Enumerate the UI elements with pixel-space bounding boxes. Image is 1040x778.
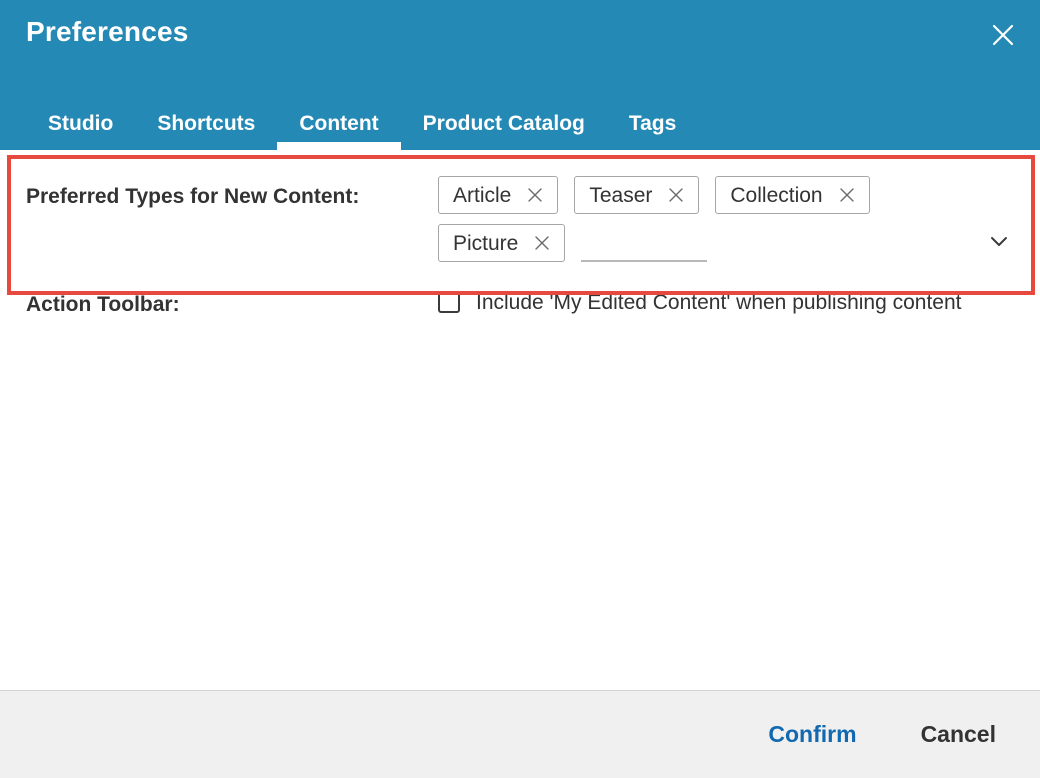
tab-label: Studio: [48, 112, 114, 135]
preferred-types-label: Preferred Types for New Content:: [26, 185, 360, 208]
chip-article: Article: [438, 176, 559, 214]
close-icon[interactable]: [525, 185, 545, 205]
confirm-button[interactable]: Confirm: [754, 713, 870, 756]
close-icon[interactable]: [532, 233, 552, 253]
tab-label: Shortcuts: [157, 112, 256, 135]
include-my-edited-content-option: Include 'My Edited Content' when publish…: [438, 288, 1014, 318]
preferences-dialog: Preferences Studio Shortcuts Content Pro…: [0, 0, 1040, 778]
preferred-types-control: Article Teaser Collection Picture: [438, 176, 1014, 262]
tabstrip: Studio Shortcuts Content Product Catalog…: [26, 88, 698, 150]
action-toolbar-control: Include 'My Edited Content' when publish…: [438, 288, 1014, 318]
chevron-down-icon[interactable]: [984, 226, 1014, 256]
tab-label: Product Catalog: [422, 112, 585, 135]
preferred-types-multiselect[interactable]: Article Teaser Collection Picture: [438, 176, 1014, 262]
close-icon: [990, 22, 1016, 48]
chip-label: Picture: [453, 231, 519, 255]
tab-content[interactable]: Content: [277, 112, 401, 150]
include-my-edited-content-checkbox[interactable]: [438, 291, 460, 313]
tab-product-catalog[interactable]: Product Catalog: [401, 113, 607, 150]
chip-collection: Collection: [715, 176, 870, 214]
close-icon[interactable]: [666, 185, 686, 205]
close-icon[interactable]: [837, 185, 857, 205]
chip-label: Article: [453, 183, 512, 207]
tab-label: Tags: [628, 112, 677, 135]
close-button[interactable]: [986, 18, 1020, 52]
include-my-edited-content-label: Include 'My Edited Content' when publish…: [476, 291, 962, 314]
page-title: Preferences: [26, 16, 189, 47]
dialog-footer: Confirm Cancel: [0, 690, 1040, 778]
tab-studio[interactable]: Studio: [26, 113, 135, 150]
cancel-button[interactable]: Cancel: [907, 713, 1010, 756]
preferred-types-input[interactable]: [581, 224, 708, 262]
tab-shortcuts[interactable]: Shortcuts: [135, 113, 277, 150]
chip-area: Article Teaser Collection Picture: [438, 176, 968, 262]
tab-label: Content: [299, 112, 379, 135]
chip-label: Collection: [730, 183, 823, 207]
chip-teaser: Teaser: [574, 176, 700, 214]
tab-tags[interactable]: Tags: [607, 113, 698, 150]
action-toolbar-label: Action Toolbar:: [26, 293, 180, 316]
action-toolbar-row: Action Toolbar: Include 'My Edited Conte…: [0, 276, 1040, 318]
chip-label: Teaser: [589, 183, 653, 207]
dialog-body: Preferred Types for New Content: Article: [0, 150, 1040, 690]
tab-active-indicator: [277, 142, 401, 150]
dialog-header: Preferences Studio Shortcuts Content Pro…: [0, 0, 1040, 150]
preferred-types-row: Preferred Types for New Content: Article: [0, 150, 1040, 276]
chip-picture: Picture: [438, 224, 566, 262]
